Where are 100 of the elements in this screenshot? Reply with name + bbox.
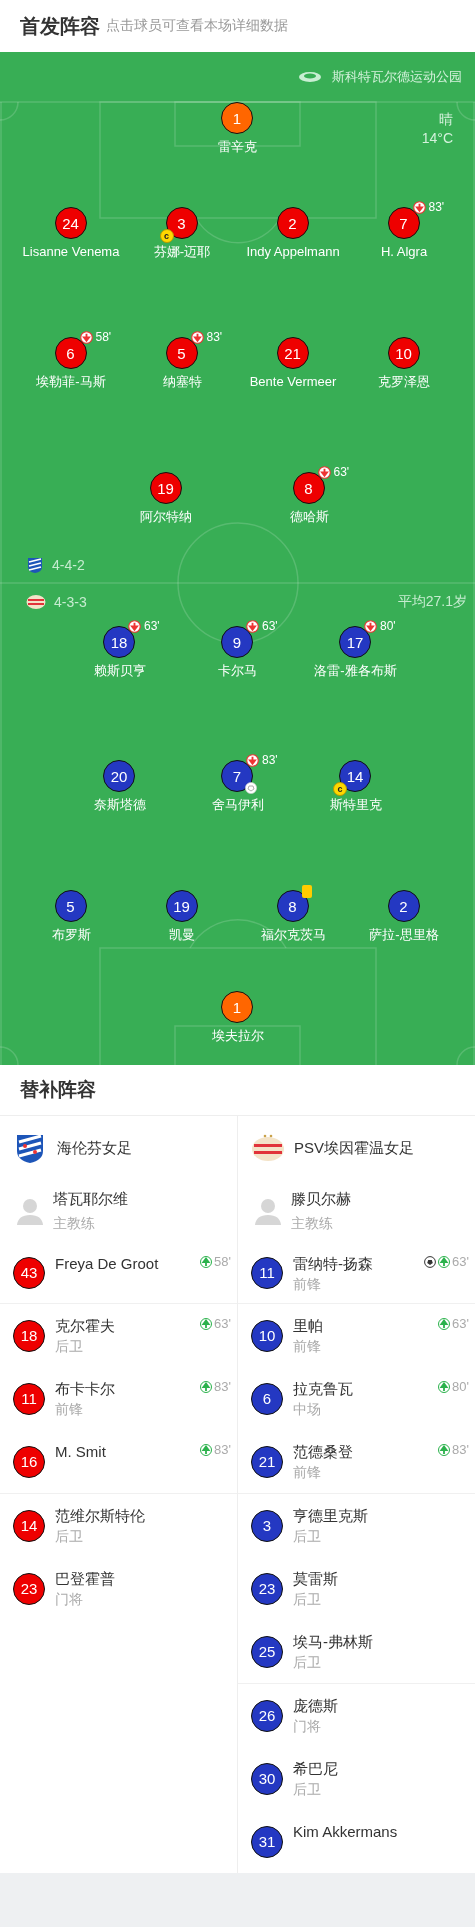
player-name[interactable]: Bente Vermeer xyxy=(249,373,337,391)
player-number[interactable]: 6 xyxy=(54,337,87,369)
player-number[interactable]: 3 xyxy=(251,1509,283,1542)
player-name[interactable]: 范维尔斯特伦 xyxy=(55,1506,145,1526)
player-name[interactable]: 巴登霍普 xyxy=(55,1569,115,1589)
player-name[interactable]: 赖斯贝亨 xyxy=(93,662,146,680)
player-number[interactable]: 21 xyxy=(251,1445,283,1478)
player-name[interactable]: 福尔克茨马 xyxy=(260,926,326,944)
player-name[interactable]: 奈斯塔德 xyxy=(93,796,146,814)
player-number[interactable]: 16 xyxy=(13,1445,45,1478)
player-number[interactable]: 31 xyxy=(251,1825,283,1858)
player-number[interactable]: 7 xyxy=(387,207,420,239)
player-number[interactable]: 9 xyxy=(221,626,253,658)
player-name[interactable]: H. Algra xyxy=(380,243,428,261)
player-name[interactable]: Freya De Groot xyxy=(55,1254,159,1274)
team-logo-icon xyxy=(26,594,46,610)
substitution-minute: 83' xyxy=(214,1442,231,1457)
player-position: 前锋 xyxy=(55,1400,84,1419)
player-name[interactable]: 雷辛克 xyxy=(218,138,257,156)
player-position: 后卫 xyxy=(293,1527,322,1546)
player-number[interactable]: 1 xyxy=(221,991,253,1023)
player-number[interactable]: 7 xyxy=(221,760,253,792)
player-name[interactable]: 埃马-弗林斯 xyxy=(293,1632,373,1652)
player-name[interactable]: Kim Akkermans xyxy=(293,1822,398,1842)
formation-text: 4-4-2 xyxy=(52,557,85,573)
player-name[interactable]: 希巴尼 xyxy=(293,1759,338,1779)
player-position: 中场 xyxy=(293,1400,322,1419)
player-name[interactable]: 洛雷-雅各布斯 xyxy=(314,662,397,680)
player-number[interactable]: 19 xyxy=(165,890,198,922)
substitution-minute: 83' xyxy=(206,330,223,344)
player-name[interactable]: 德哈斯 xyxy=(289,508,329,526)
player-number[interactable]: 2 xyxy=(387,890,420,922)
coach-role: 主教练 xyxy=(53,1214,96,1233)
player-name[interactable]: 布卡卡尔 xyxy=(55,1379,115,1399)
player-number[interactable]: 2 xyxy=(276,207,309,239)
substitution-on-icon xyxy=(438,1380,451,1393)
player-name[interactable]: 克罗泽恩 xyxy=(378,373,430,391)
football-icon xyxy=(245,782,257,794)
player-name[interactable]: 亨德里克斯 xyxy=(293,1506,368,1526)
player-name[interactable]: 芬娜-迈耶 xyxy=(153,243,211,261)
player-number[interactable]: 18 xyxy=(103,626,135,658)
player-name[interactable]: Indy Appelmann xyxy=(246,243,340,261)
booking-card-icon xyxy=(301,885,312,898)
player-name[interactable]: 斯特里克 xyxy=(329,796,382,814)
player-number[interactable]: 5 xyxy=(54,890,87,922)
player-name[interactable]: 埃勒菲-马斯 xyxy=(36,373,106,391)
player-number[interactable]: 25 xyxy=(251,1635,283,1668)
player-number[interactable]: 20 xyxy=(103,760,135,792)
player-name[interactable]: 庞德斯 xyxy=(293,1696,338,1716)
player-name[interactable]: 凯曼 xyxy=(169,926,195,944)
temperature: 14°C xyxy=(421,129,453,148)
player-name[interactable]: 里帕 xyxy=(293,1316,323,1336)
player-number[interactable]: 23 xyxy=(251,1572,283,1605)
football-icon xyxy=(424,1255,437,1268)
substitution-minute: 58' xyxy=(95,330,112,344)
player-number[interactable]: 30 xyxy=(251,1762,283,1795)
player-name[interactable]: 雷纳特-扬森 xyxy=(293,1254,373,1274)
substitution-minute: 83' xyxy=(428,200,445,214)
substitution-off-icon xyxy=(190,330,204,344)
player-number[interactable]: 10 xyxy=(251,1319,283,1352)
player-name[interactable]: 萨拉-思里格 xyxy=(369,926,439,944)
player-number[interactable]: 6 xyxy=(251,1382,283,1415)
player-name[interactable]: 克尔霍夫 xyxy=(55,1316,115,1336)
player-number[interactable]: 8 xyxy=(276,890,309,922)
player-number[interactable]: 11 xyxy=(251,1256,283,1289)
player-number[interactable]: 14 xyxy=(13,1509,45,1542)
player-name[interactable]: 范德桑登 xyxy=(293,1442,353,1462)
player-position: 门将 xyxy=(55,1590,84,1609)
substitution-on-icon xyxy=(200,1317,213,1330)
player-name[interactable]: 莫雷斯 xyxy=(293,1569,338,1589)
player-number[interactable]: 43 xyxy=(13,1256,45,1289)
player-name[interactable]: 阿尔特纳 xyxy=(140,508,192,526)
player-name[interactable]: 埃夫拉尔 xyxy=(211,1027,264,1045)
player-name[interactable]: 舍马伊利 xyxy=(211,796,264,814)
player-number[interactable]: 21 xyxy=(276,337,309,369)
player-number[interactable]: 17 xyxy=(339,626,371,658)
stadium-icon xyxy=(298,71,322,83)
player-number[interactable]: 1 xyxy=(221,102,253,134)
substitution-on-icon xyxy=(438,1255,451,1268)
team-logo-icon xyxy=(15,1132,45,1164)
player-name[interactable]: 卡尔马 xyxy=(218,662,257,680)
player-number[interactable]: 10 xyxy=(387,337,420,369)
corner-arc xyxy=(456,101,475,121)
corner-arc xyxy=(0,1046,19,1065)
player-position: 后卫 xyxy=(55,1337,84,1356)
player-number[interactable]: 19 xyxy=(149,472,182,504)
player-number[interactable]: 11 xyxy=(13,1382,45,1415)
player-number[interactable]: 23 xyxy=(13,1572,45,1605)
player-number[interactable]: 5 xyxy=(165,337,198,369)
player-name[interactable]: 拉克鲁瓦 xyxy=(293,1379,353,1399)
player-name[interactable]: 纳塞特 xyxy=(162,373,202,391)
player-number[interactable]: 24 xyxy=(54,207,87,239)
player-number[interactable]: 8 xyxy=(292,472,325,504)
player-number[interactable]: 26 xyxy=(251,1699,283,1732)
player-position: 前锋 xyxy=(293,1337,322,1356)
player-name[interactable]: 布罗斯 xyxy=(51,926,91,944)
average-age: 平均27.1岁 xyxy=(397,593,467,611)
player-number[interactable]: 18 xyxy=(13,1319,45,1352)
player-name[interactable]: M. Smit xyxy=(55,1442,106,1462)
player-name[interactable]: Lisanne Venema xyxy=(22,243,120,261)
